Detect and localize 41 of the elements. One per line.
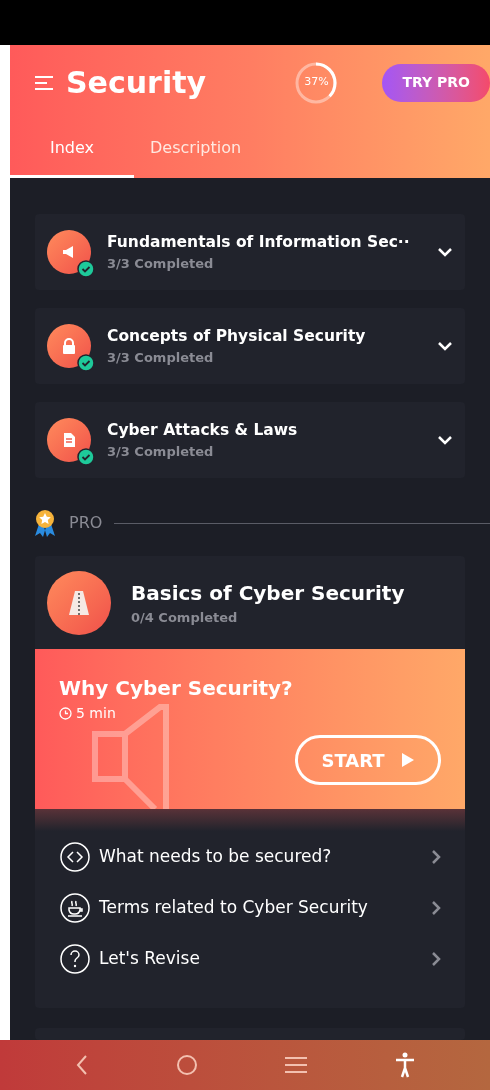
chapter-title: Cyber Attacks & Laws	[107, 419, 299, 441]
lesson-title: Terms related to Cyber Security	[99, 896, 369, 920]
code-icon	[59, 841, 91, 873]
lesson-title: Let's Revise	[99, 947, 201, 971]
lesson-title: What needs to be secured?	[99, 845, 333, 869]
chevron-right-icon	[431, 900, 441, 916]
pro-label: PRO	[69, 512, 103, 534]
try-pro-button[interactable]: TRY PRO	[382, 63, 490, 102]
clock-icon	[59, 707, 72, 720]
menu-icon[interactable]	[34, 74, 54, 91]
chapter-status: 3/3 Completed	[107, 348, 215, 367]
question-icon	[59, 943, 91, 975]
padlock-icon	[60, 337, 78, 355]
chapter-card[interactable]: Fundamentals of Information Sec·· 3/3 Completed	[35, 214, 465, 290]
lesson-row[interactable]: Let's Revise	[59, 943, 441, 975]
chevron-right-icon	[431, 849, 441, 865]
play-icon	[400, 752, 415, 768]
chapter-card[interactable]: Concepts of Physical Security 3/3 Completed	[35, 308, 465, 384]
back-icon[interactable]	[75, 1054, 90, 1076]
progress-label: 37%	[303, 74, 330, 91]
chapter-card[interactable]: Cyber Attacks & Laws 3/3 Completed	[35, 402, 465, 478]
lesson-duration: 5 min	[76, 704, 116, 723]
chevron-down-icon	[437, 341, 453, 351]
course-title: Basics of Cyber Security	[131, 579, 405, 607]
accessibility-icon[interactable]	[394, 1052, 415, 1078]
chapter-status: 3/3 Completed	[107, 442, 215, 461]
course-status: 0/4 Completed	[131, 608, 239, 627]
lesson-row[interactable]: What needs to be secured?	[59, 841, 441, 873]
cup-icon	[59, 892, 91, 924]
home-icon[interactable]	[175, 1054, 198, 1076]
chapter-title: Fundamentals of Information Sec··	[107, 231, 411, 253]
chevron-down-icon	[437, 247, 453, 257]
chevron-right-icon	[431, 951, 441, 967]
recents-icon[interactable]	[284, 1056, 309, 1074]
chevron-down-icon	[437, 435, 453, 445]
page-title: Security	[66, 64, 207, 102]
featured-lesson-title: Why Cyber Security?	[59, 675, 294, 702]
chapter-title: Concepts of Physical Security	[107, 325, 367, 347]
chapter-status: 3/3 Completed	[107, 254, 215, 273]
lesson-row[interactable]: Terms related to Cyber Security	[59, 892, 441, 924]
medal-icon	[33, 508, 57, 538]
